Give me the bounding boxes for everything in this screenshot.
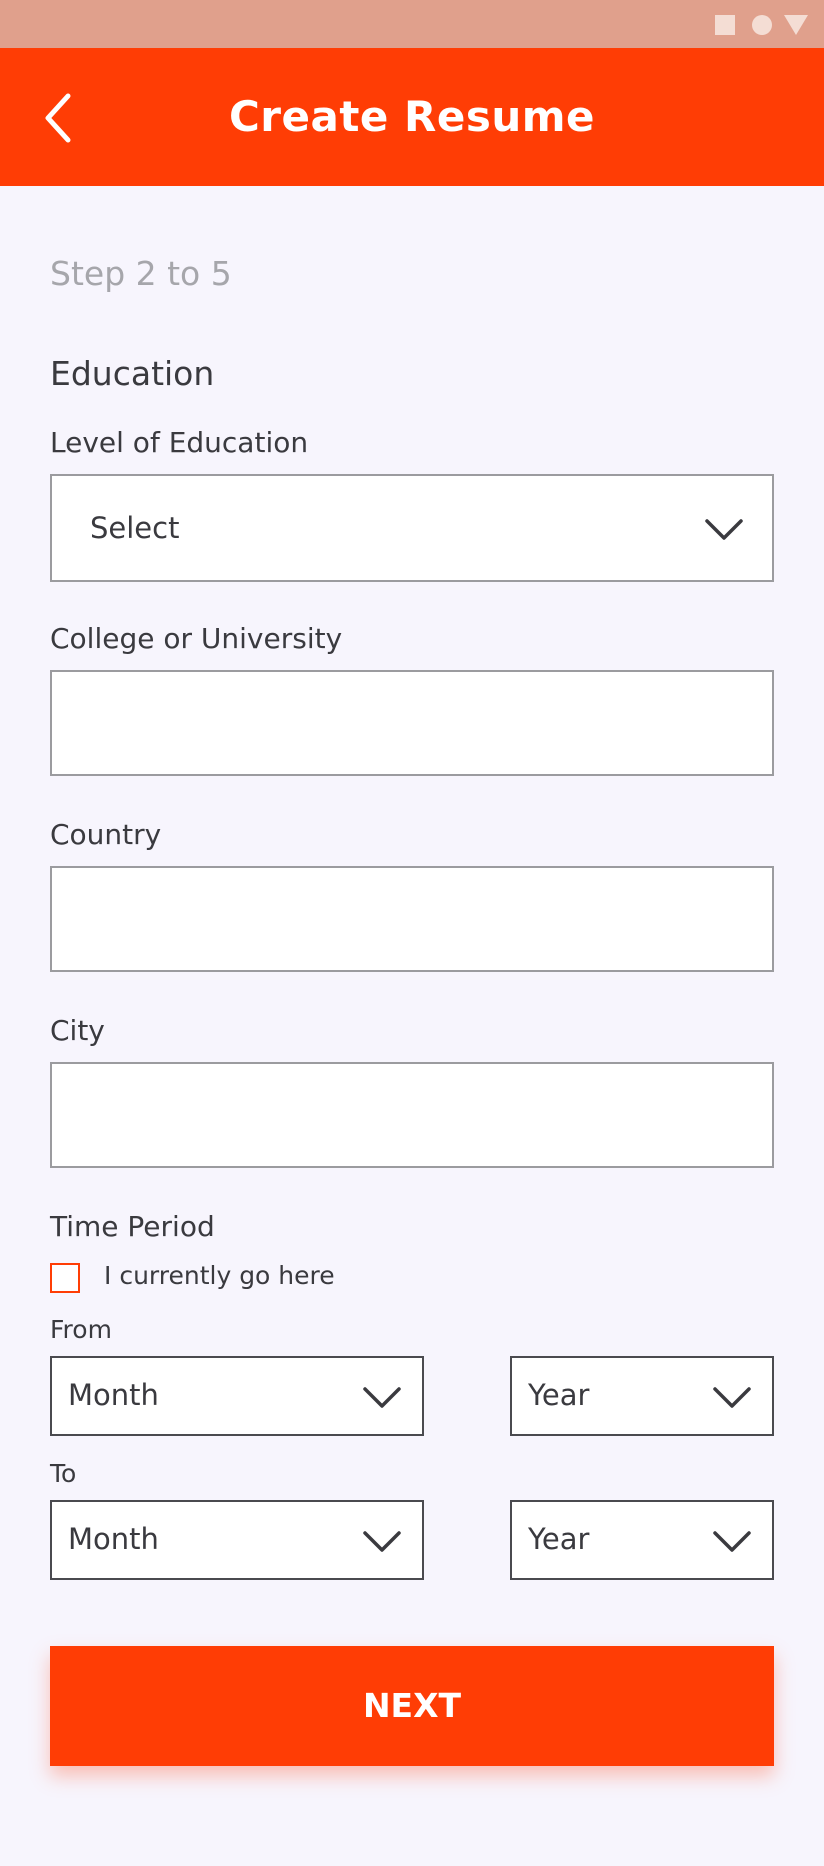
app-bar: Create Resume bbox=[0, 48, 824, 186]
time-period-label: Time Period bbox=[50, 1210, 215, 1243]
recent-apps-icon bbox=[715, 15, 735, 35]
chevron-down-icon bbox=[363, 1531, 401, 1552]
chevron-down-icon bbox=[713, 1531, 751, 1552]
chevron-down-icon bbox=[713, 1387, 751, 1408]
level-of-education-select[interactable]: Select bbox=[50, 474, 774, 582]
college-label: College or University bbox=[50, 622, 343, 655]
step-indicator: Step 2 to 5 bbox=[50, 254, 232, 293]
page-title: Create Resume bbox=[228, 92, 596, 141]
city-input[interactable] bbox=[52, 1064, 772, 1166]
city-field[interactable] bbox=[50, 1062, 774, 1168]
from-year-value: Year bbox=[528, 1378, 590, 1412]
level-of-education-label: Level of Education bbox=[50, 426, 309, 459]
next-button[interactable]: NEXT bbox=[50, 1646, 774, 1766]
status-bar bbox=[0, 0, 824, 48]
to-month-value: Month bbox=[68, 1522, 159, 1556]
country-field[interactable] bbox=[50, 866, 774, 972]
currently-attending-label[interactable]: I currently go here bbox=[104, 1261, 335, 1290]
signal-icon bbox=[784, 15, 808, 35]
section-title: Education bbox=[50, 354, 215, 393]
to-year-value: Year bbox=[528, 1522, 590, 1556]
level-of-education-value: Select bbox=[90, 511, 180, 545]
college-input[interactable] bbox=[52, 672, 772, 774]
country-label: Country bbox=[50, 818, 162, 851]
to-year-select[interactable]: Year bbox=[510, 1500, 774, 1580]
back-button[interactable] bbox=[40, 90, 90, 146]
country-input[interactable] bbox=[52, 868, 772, 970]
chevron-down-icon bbox=[363, 1387, 401, 1408]
to-label: To bbox=[50, 1459, 77, 1488]
city-label: City bbox=[50, 1014, 105, 1047]
chevron-down-icon bbox=[705, 519, 743, 540]
home-icon bbox=[752, 15, 772, 35]
currently-attending-checkbox[interactable] bbox=[50, 1263, 80, 1293]
to-month-select[interactable]: Month bbox=[50, 1500, 424, 1580]
chevron-left-icon bbox=[45, 93, 71, 143]
from-year-select[interactable]: Year bbox=[510, 1356, 774, 1436]
from-label: From bbox=[50, 1315, 112, 1344]
college-field[interactable] bbox=[50, 670, 774, 776]
from-month-value: Month bbox=[68, 1378, 159, 1412]
from-month-select[interactable]: Month bbox=[50, 1356, 424, 1436]
